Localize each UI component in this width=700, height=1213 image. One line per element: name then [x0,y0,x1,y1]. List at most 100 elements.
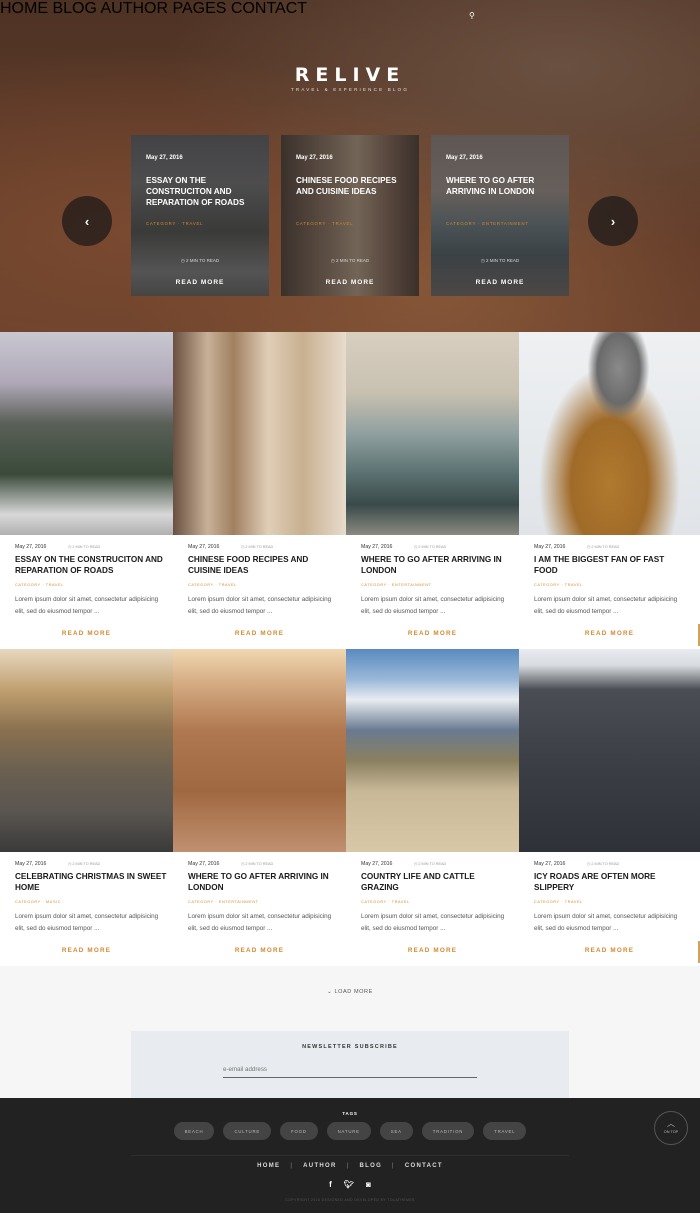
facebook-icon[interactable]: f [329,1180,332,1189]
footer-link-blog[interactable]: BLOG [360,1163,383,1169]
post-excerpt: Lorem ipsum dolor sit amet, consectetur … [361,596,505,615]
post-category[interactable]: CATEGORY · MUSIC [15,900,61,904]
post-excerpt: Lorem ipsum dolor sit amet, consectetur … [361,913,505,932]
post-category[interactable]: CATEGORY · ENTERTAINMENT [361,583,432,587]
hero-banner: HOME BLOG AUTHOR PAGES CONTACT ⚲ RELIVE … [0,0,700,332]
tag-sea[interactable]: SEA [379,1122,413,1140]
read-more-link[interactable]: READ MORE [0,630,173,637]
post-date: May 27, 2016 [15,544,47,550]
tag-tradition[interactable]: TRADITION [421,1122,475,1140]
post-excerpt: Lorem ipsum dolor sit amet, consectetur … [534,596,678,615]
slide-title[interactable]: CHINESE FOOD RECIPES AND CUISINE IDEAS [296,175,411,197]
separator: | [346,1163,350,1169]
instagram-icon[interactable]: ◙ [366,1180,371,1189]
tags-heading: TAGS [342,1111,358,1116]
post-date: May 27, 2016 [534,544,566,550]
post-image-valley[interactable] [346,332,519,535]
nav-pages[interactable]: PAGES [173,0,227,17]
read-more-link[interactable]: READ MORE [519,630,700,637]
copyright: COPYRIGHT 2016 DESIGNED AND DEVELOPED BY… [285,1198,415,1202]
post-title[interactable]: ICY ROADS ARE OFTEN MORE SLIPPERY [534,872,686,893]
slide-read-more[interactable]: READ MORE [281,279,419,286]
slide-card[interactable]: May 27, 2016 CHINESE FOOD RECIPES AND CU… [281,135,419,296]
read-more-link[interactable]: READ MORE [173,947,346,954]
post-title[interactable]: CELEBRATING CHRISTMAS IN SWEET HOME [15,872,167,893]
twitter-icon[interactable]: 🐦︎ [344,1180,354,1189]
footer-link-home[interactable]: HOME [257,1163,280,1169]
post-title[interactable]: COUNTRY LIFE AND CATTLE GRAZING [361,872,513,893]
chevron-right-icon: › [610,213,616,229]
newsletter-title: NEWSLETTER SUBSCRIBE [302,1044,398,1050]
slide-category[interactable]: CATEGORY · TRAVEL [146,221,261,226]
tag-nature[interactable]: NATURE [326,1122,371,1140]
post-title[interactable]: ESSAY ON THE CONSTRUCITON AND REPARATION… [15,555,167,576]
search-icon[interactable]: ⚲ [469,11,475,20]
site-logo[interactable]: RELIVE [0,64,700,86]
footer: TAGS BEACH CULTURE FOOD NATURE SEA TRADI… [0,1098,700,1213]
post-read-time: ◷ 2 MIN TO READ [414,545,447,549]
email-input[interactable] [223,1062,477,1078]
post-category[interactable]: CATEGORY · ENTERTAINMENT [188,900,259,904]
read-more-link[interactable]: READ MORE [346,947,519,954]
read-more-link[interactable]: READ MORE [519,947,700,954]
slide-card[interactable]: May 27, 2016 ESSAY ON THE CONSTRUCITON A… [131,135,269,296]
post-category[interactable]: CATEGORY · TRAVEL [188,583,237,587]
post-image-lanterns[interactable] [173,332,346,535]
slider-prev-button[interactable]: ‹ [62,196,112,246]
nav-blog[interactable]: BLOG [52,0,96,17]
back-to-top-button[interactable]: ︿ ON TOP [654,1111,688,1145]
slide-date: May 27, 2016 [446,155,483,161]
post-read-time: ◷ 2 MIN TO READ [587,545,620,549]
post-image-cyclist[interactable] [0,649,173,852]
read-more-link[interactable]: READ MORE [173,630,346,637]
tag-beach[interactable]: BEACH [173,1122,215,1140]
post-read-time: ◷ 2 MIN TO READ [241,545,274,549]
post-card: May 27, 2016 ◷ 2 MIN TO READ ESSAY ON TH… [0,332,173,649]
post-excerpt: Lorem ipsum dolor sit amet, consectetur … [188,596,332,615]
post-excerpt: Lorem ipsum dolor sit amet, consectetur … [534,913,678,932]
post-category[interactable]: CATEGORY · TRAVEL [534,583,583,587]
post-grid-row: May 27, 2016 ◷ 2 MIN TO READ CELEBRATING… [0,649,700,966]
post-image-person[interactable] [519,332,700,535]
slide-title[interactable]: WHERE TO GO AFTER ARRIVING IN LONDON [446,175,561,197]
post-image-road[interactable] [519,649,700,852]
chevron-left-icon: ‹ [84,213,90,229]
read-more-link[interactable]: READ MORE [0,947,173,954]
read-more-link[interactable]: READ MORE [346,630,519,637]
post-card: May 27, 2016 ◷ 2 MIN TO READ WHERE TO GO… [346,332,519,649]
footer-link-contact[interactable]: CONTACT [405,1163,443,1169]
post-image-mountains[interactable] [0,332,173,535]
load-more-button[interactable]: ⌄ LOAD MORE [0,989,700,995]
footer-link-author[interactable]: AUTHOR [303,1163,336,1169]
slide-read-time: ◷ 2 MIN TO READ [330,258,370,263]
post-date: May 27, 2016 [188,544,220,550]
slide-read-more[interactable]: READ MORE [131,279,269,286]
slide-category[interactable]: CATEGORY · ENTERTAINMENT [446,221,561,226]
post-image-sheep[interactable] [346,649,519,852]
slide-read-time: ◷ 2 MIN TO READ [480,258,520,263]
tag-travel[interactable]: TRAVEL [483,1122,527,1140]
slider-next-button[interactable]: › [588,196,638,246]
main-nav: HOME BLOG AUTHOR PAGES CONTACT ⚲ [0,0,700,20]
slide-title[interactable]: ESSAY ON THE CONSTRUCITON AND REPARATION… [146,175,261,208]
slide-card[interactable]: May 27, 2016 WHERE TO GO AFTER ARRIVING … [431,135,569,296]
slide-read-more[interactable]: READ MORE [431,279,569,286]
post-title[interactable]: I AM THE BIGGEST FAN OF FAST FOOD [534,555,686,576]
post-title[interactable]: CHINESE FOOD RECIPES AND CUISINE IDEAS [188,555,340,576]
slide-category[interactable]: CATEGORY · TRAVEL [296,221,411,226]
post-grid-row: May 27, 2016 ◷ 2 MIN TO READ ESSAY ON TH… [0,332,700,649]
tag-list: BEACH CULTURE FOOD NATURE SEA TRADITION … [0,1122,700,1140]
nav-contact[interactable]: CONTACT [231,0,307,17]
post-read-time: ◷ 2 MIN TO READ [68,545,101,549]
post-category[interactable]: CATEGORY · TRAVEL [15,583,64,587]
tag-culture[interactable]: CULTURE [223,1122,272,1140]
post-image-building[interactable] [173,649,346,852]
post-category[interactable]: CATEGORY · TRAVEL [361,900,410,904]
post-title[interactable]: WHERE TO GO AFTER ARRIVING IN LONDON [361,555,513,576]
tag-food[interactable]: FOOD [280,1122,318,1140]
post-title[interactable]: WHERE TO GO AFTER ARRIVING IN LONDON [188,872,340,893]
post-category[interactable]: CATEGORY · TRAVEL [534,900,583,904]
post-date: May 27, 2016 [361,544,393,550]
nav-author[interactable]: AUTHOR [100,0,168,17]
nav-home[interactable]: HOME [0,0,48,17]
